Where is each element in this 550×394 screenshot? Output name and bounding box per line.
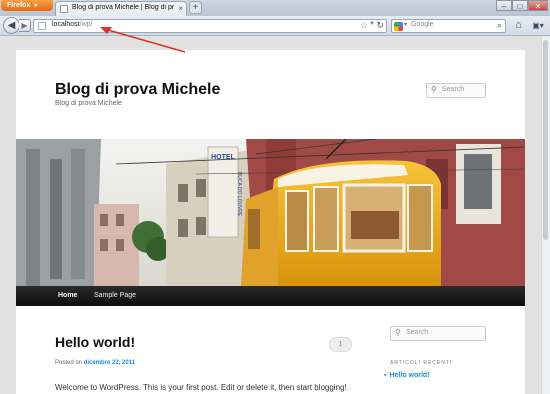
history-dropdown-icon[interactable]: ▼ xyxy=(369,21,375,27)
recent-post-label: Hello world! xyxy=(389,372,430,379)
firefox-menu-label: Firefox xyxy=(7,2,31,9)
menu-item-home[interactable]: Home xyxy=(58,292,77,299)
address-bar[interactable]: localhost/wp/ ☆ ▼ ↻ xyxy=(33,19,387,33)
post-body: Welcome to WordPress. This is your first… xyxy=(55,383,347,392)
tram-photo: HOTEL DUCA DO LOUVRE xyxy=(16,139,525,286)
engine-dropdown-icon[interactable]: ▾ xyxy=(404,21,407,28)
chevron-down-icon: ▼ xyxy=(33,3,39,9)
reload-icon[interactable]: ↻ xyxy=(376,20,384,31)
scrollbar-thumb[interactable] xyxy=(543,40,548,240)
hotel-sign-side-text: DUCA DO LOUVRE xyxy=(236,172,242,217)
tab-title: Blog di prova Michele | Blog di prova Mi… xyxy=(72,4,174,11)
site-identity-icon[interactable] xyxy=(38,22,46,30)
search-icon: ⚲ xyxy=(431,85,437,94)
post-date-link[interactable]: dicembre 22, 2011 xyxy=(84,360,135,366)
wordpress-page: Blog di prova Michele Blog di prova Mich… xyxy=(16,50,525,394)
search-icon: ⚲ xyxy=(395,328,401,337)
site-title[interactable]: Blog di prova Michele xyxy=(55,81,220,99)
sidebar-search-input[interactable]: ⚲ Search xyxy=(390,326,486,341)
url-text: localhost/wp/ xyxy=(52,21,92,28)
recent-post-link[interactable]: ▪ Hello world! xyxy=(384,372,430,379)
maximize-button[interactable]: □ xyxy=(512,0,528,11)
main-menu: Home Sample Page xyxy=(16,286,525,306)
url-path: /wp/ xyxy=(79,21,93,28)
sidebar-search-placeholder: Search xyxy=(406,329,429,336)
title-bar: Firefox ▼ Blog di prova Michele | Blog di… xyxy=(0,0,550,16)
posted-on-label: Posted on xyxy=(55,360,83,366)
header-search-placeholder: Search xyxy=(442,86,465,93)
google-icon[interactable] xyxy=(394,22,403,31)
site-description: Blog di prova Michele xyxy=(55,100,122,107)
menu-item-sample-page[interactable]: Sample Page xyxy=(94,292,136,299)
home-icon[interactable]: ⌂ xyxy=(511,18,526,33)
browser-tab[interactable]: Blog di prova Michele | Blog di prova Mi… xyxy=(55,1,187,16)
bullet-icon: ▪ xyxy=(384,372,387,379)
recent-posts-heading: ARTICOLI RECENTI xyxy=(390,360,453,366)
navigation-toolbar: ◀ ▶ localhost/wp/ ☆ ▼ ↻ ▾ Google ⌕ ⌂ ▣▾ xyxy=(0,16,550,36)
search-placeholder: Google xyxy=(411,21,434,28)
new-tab-button[interactable]: + xyxy=(189,1,202,14)
search-bar[interactable]: ▾ Google ⌕ xyxy=(391,19,506,33)
post-title[interactable]: Hello world! xyxy=(55,334,135,350)
bookmark-star-icon[interactable]: ☆ xyxy=(360,20,368,31)
close-window-button[interactable]: ✕ xyxy=(528,0,548,11)
search-go-icon[interactable]: ⌕ xyxy=(497,20,502,31)
firefox-menu-button[interactable]: Firefox ▼ xyxy=(1,0,53,11)
minimize-button[interactable]: – xyxy=(496,0,512,11)
url-host: localhost xyxy=(52,21,80,28)
comment-count-badge[interactable]: 1 xyxy=(329,337,352,352)
back-button[interactable]: ◀ xyxy=(3,17,20,34)
menu-icon[interactable]: ▣▾ xyxy=(529,18,547,33)
page-favicon-icon xyxy=(60,5,68,13)
post-meta: Posted on dicembre 22, 2011 xyxy=(55,360,135,366)
forward-button[interactable]: ▶ xyxy=(19,19,31,32)
close-tab-icon[interactable]: × xyxy=(178,4,183,13)
header-search-input[interactable]: ⚲ Search xyxy=(426,83,486,98)
header-banner-image[interactable]: HOTEL DUCA DO LOUVRE xyxy=(16,139,525,286)
